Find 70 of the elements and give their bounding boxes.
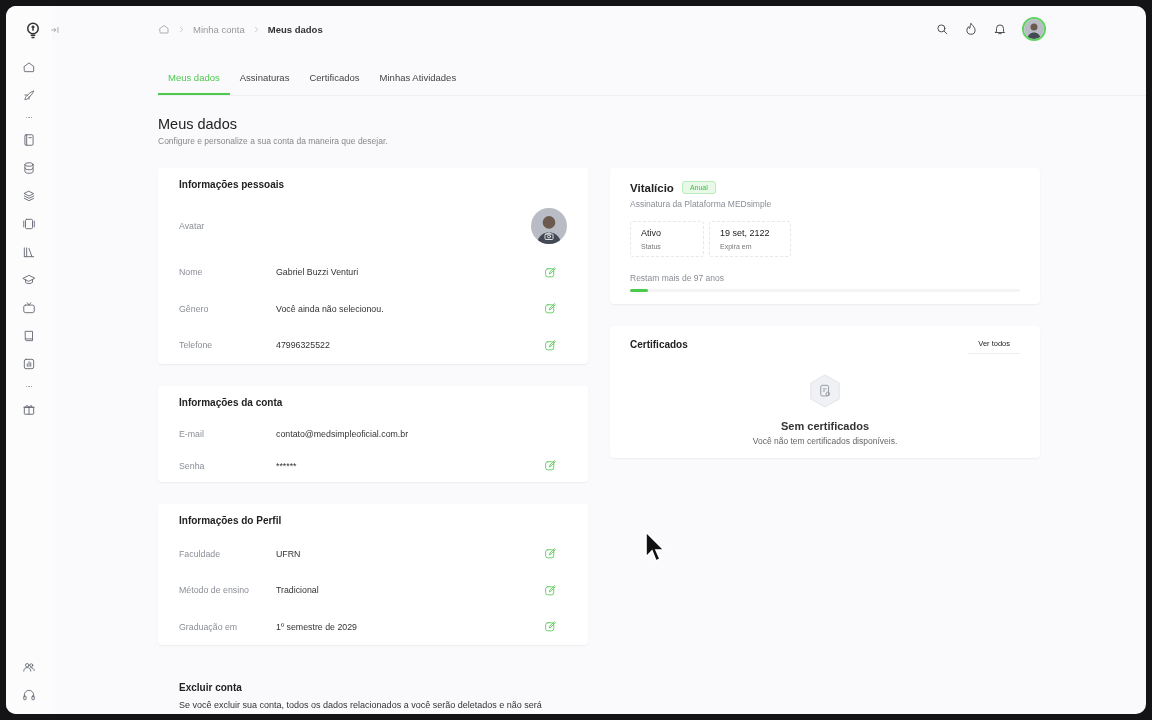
plan-title: Vitalício bbox=[630, 181, 674, 194]
remaining-text: Restam mais de 97 anos bbox=[630, 273, 726, 283]
edit-icon[interactable] bbox=[544, 338, 557, 352]
tv-icon[interactable] bbox=[22, 301, 36, 315]
field-label: Graduação em bbox=[179, 621, 239, 632]
field-label: Gênero bbox=[179, 303, 210, 314]
database-icon[interactable] bbox=[22, 161, 36, 175]
book-icon[interactable] bbox=[22, 329, 36, 343]
graduation-cap-icon[interactable] bbox=[22, 273, 36, 287]
field-label: Nome bbox=[179, 267, 204, 278]
plan-description: Assinatura da Plataforma MEDsimple bbox=[630, 199, 773, 209]
section-title: Excluir conta bbox=[179, 682, 243, 693]
stat-value: Ativo bbox=[641, 228, 662, 238]
page-subtitle: Configure e personalize a sua conta da maneira que desejar. bbox=[158, 136, 389, 146]
empty-text: Você não tem certificados disponíveis. bbox=[752, 436, 898, 446]
users-icon[interactable] bbox=[22, 660, 36, 674]
avatar[interactable] bbox=[531, 208, 567, 244]
layers-icon[interactable] bbox=[22, 189, 36, 203]
field-value: UFRN bbox=[276, 548, 302, 559]
section-title: Informações do Perfil bbox=[179, 513, 283, 528]
field-value: Você ainda não selecionou. bbox=[276, 303, 385, 314]
edit-icon[interactable] bbox=[544, 583, 557, 597]
flame-icon[interactable] bbox=[964, 22, 978, 36]
separator-dots bbox=[25, 385, 33, 388]
field-label: Método de ensino bbox=[179, 585, 250, 596]
field-value: 47996325522 bbox=[276, 340, 331, 351]
separator-dots bbox=[25, 116, 33, 119]
page-title: Meus dados bbox=[158, 116, 238, 132]
edit-icon[interactable] bbox=[544, 265, 557, 279]
section-title: Certificados bbox=[630, 338, 688, 350]
field-value: contato@medsimpleoficial.com.br bbox=[276, 428, 410, 439]
warning-text: Se você excluir sua conta, todos os dados relacionados a você serão deletados e não será bbox=[179, 700, 543, 710]
search-icon[interactable] bbox=[935, 22, 949, 36]
rocket-icon[interactable] bbox=[22, 88, 36, 102]
field-value: ****** bbox=[276, 460, 298, 471]
field-value: 1º semestre de 2029 bbox=[276, 621, 358, 632]
field-label: Telefone bbox=[179, 340, 214, 351]
tab[interactable]: Certificados bbox=[299, 63, 370, 95]
section-title: Informações da conta bbox=[179, 395, 284, 410]
camera-icon[interactable] bbox=[543, 230, 555, 242]
field-label: E-mail bbox=[179, 428, 205, 439]
section-title: Informações pessoais bbox=[179, 178, 286, 192]
collapse-icon[interactable] bbox=[50, 25, 60, 35]
chevron-icon bbox=[177, 24, 186, 34]
breadcrumb-link[interactable]: Meus dados bbox=[267, 23, 323, 35]
books-icon[interactable] bbox=[22, 245, 36, 259]
home-icon[interactable] bbox=[22, 60, 36, 74]
bell-icon[interactable] bbox=[993, 22, 1007, 36]
edit-icon[interactable] bbox=[544, 620, 557, 634]
field-value: Tradicional bbox=[276, 585, 320, 596]
home-icon[interactable] bbox=[158, 23, 170, 35]
field-value: Gabriel Buzzi Venturi bbox=[276, 267, 360, 278]
chart-icon[interactable] bbox=[22, 357, 36, 371]
edit-icon[interactable] bbox=[544, 547, 557, 561]
headset-icon[interactable] bbox=[22, 688, 36, 702]
empty-title: Sem certificados bbox=[780, 420, 869, 432]
edit-icon[interactable] bbox=[544, 302, 557, 316]
film-icon[interactable] bbox=[22, 217, 36, 231]
stat-value: 19 set, 2122 bbox=[720, 228, 770, 238]
gift-icon[interactable] bbox=[22, 402, 36, 416]
field-label: Avatar bbox=[179, 221, 206, 231]
field-label: Faculdade bbox=[179, 548, 222, 559]
tab[interactable]: Minhas Atividades bbox=[369, 63, 467, 95]
notebook-icon[interactable] bbox=[22, 133, 36, 147]
certificate-icon bbox=[808, 374, 842, 408]
field-label: Senha bbox=[179, 460, 206, 471]
edit-icon[interactable] bbox=[544, 459, 557, 472]
avatar[interactable] bbox=[1022, 17, 1046, 41]
logo-icon bbox=[24, 20, 42, 40]
tab[interactable]: Assinaturas bbox=[229, 63, 300, 95]
